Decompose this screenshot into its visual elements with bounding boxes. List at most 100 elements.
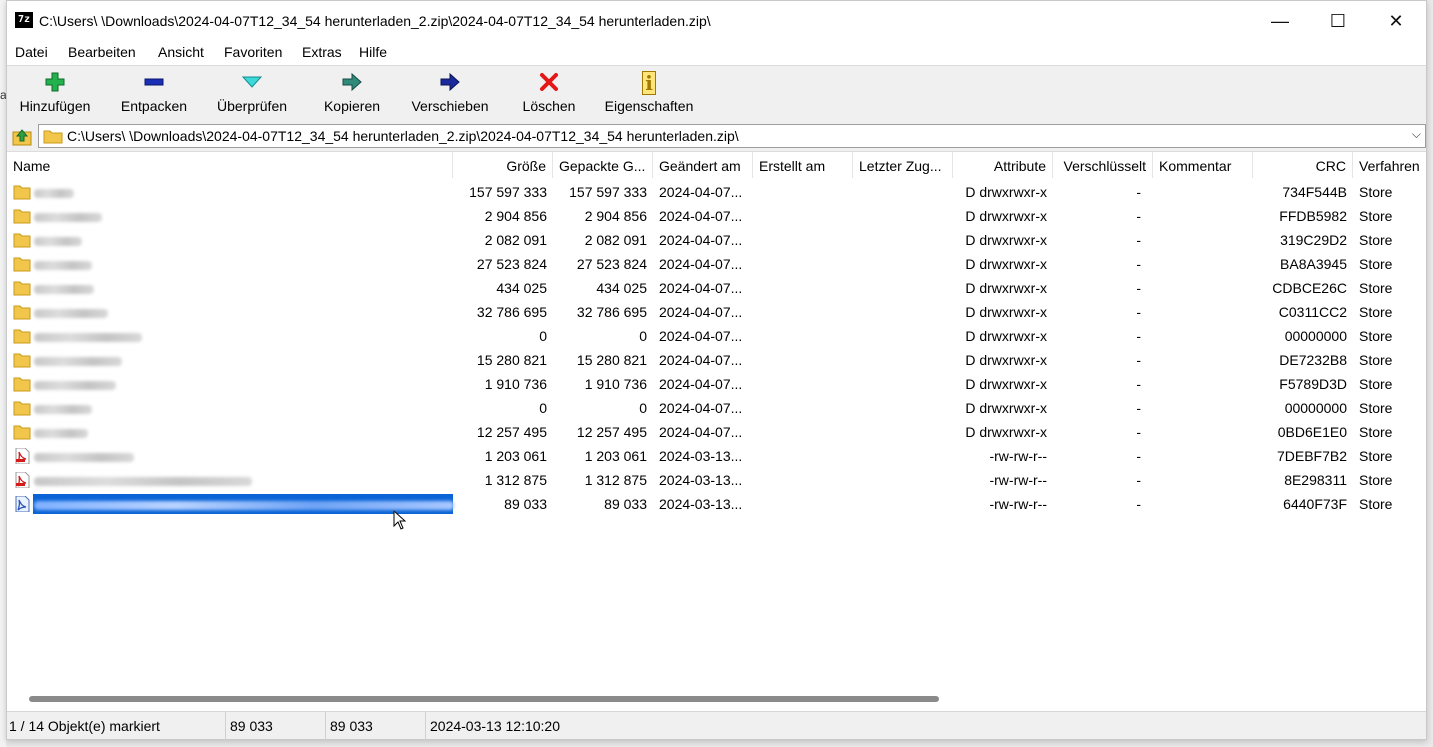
redacted-file-name [34, 309, 108, 318]
table-row[interactable]: 89 033 89 033 2024-03-13... -rw-rw-r-- - 6440… [7, 492, 1426, 516]
test-button[interactable]: Überprüfen [207, 66, 297, 122]
toolbar: Hinzufügen Entpacken Überprüfen Kopieren… [7, 65, 1426, 121]
add-button[interactable]: Hinzufügen [11, 66, 99, 122]
folder-icon [13, 233, 31, 248]
table-row[interactable]: 15 280 821 15 280 821 2024-04-07... D drwxr… [7, 348, 1426, 372]
cell-size: 2 082 091 [484, 232, 547, 248]
cell-packed: 2 082 091 [584, 232, 647, 248]
menu-bearbeiten[interactable]: Bearbeiten [68, 44, 136, 60]
table-row[interactable]: 1 910 736 1 910 736 2024-04-07... D drwxrwx… [7, 372, 1426, 396]
cell-method: Store [1359, 304, 1393, 320]
table-row[interactable]: 157 597 333 157 597 333 2024-04-07... D drw… [7, 180, 1426, 204]
cell-packed: 32 786 695 [576, 304, 647, 320]
cell-modified: 2024-03-13... [659, 448, 743, 464]
table-row[interactable]: 0 0 2024-04-07... D drwxrwxr-x - 00000000 Stor… [7, 396, 1426, 420]
table-row[interactable]: 12 257 495 12 257 495 2024-04-07... D drwxr… [7, 420, 1426, 444]
menu-hilfe[interactable]: Hilfe [359, 44, 387, 60]
cell-modified: 2024-04-07... [659, 256, 743, 272]
chevron-down-icon[interactable]: ⌵ [1412, 127, 1421, 142]
cell-attributes: -rw-rw-r-- [989, 472, 1047, 488]
menu-ansicht[interactable]: Ansicht [158, 44, 204, 60]
cell-modified: 2024-03-13... [659, 496, 743, 512]
table-row[interactable]: 434 025 434 025 2024-04-07... D drwxrwxr-x -… [7, 276, 1426, 300]
column-header-name[interactable]: Name [7, 152, 453, 178]
cell-crc: 7DEBF7B2 [1276, 448, 1347, 464]
folder-icon [13, 209, 31, 224]
cell-modified: 2024-04-07... [659, 208, 743, 224]
cell-encrypted: - [1136, 424, 1141, 440]
folder-icon [13, 353, 31, 368]
cell-packed: 89 033 [604, 496, 647, 512]
cell-modified: 2024-03-13... [659, 472, 743, 488]
info-icon: i [642, 71, 656, 95]
menu-favoriten[interactable]: Favoriten [224, 44, 282, 60]
cell-packed: 27 523 824 [576, 256, 647, 272]
cell-attributes: D drwxrwxr-x [965, 400, 1047, 416]
file-list[interactable]: Name Größe Gepackte G... Geändert am Ers… [7, 151, 1426, 692]
cell-encrypted: - [1136, 448, 1141, 464]
minimize-button[interactable]: — [1251, 1, 1309, 41]
cell-size: 15 280 821 [476, 352, 547, 368]
status-size: 89 033 [226, 712, 326, 740]
column-header-crc[interactable]: CRC [1253, 152, 1353, 178]
delete-button[interactable]: Löschen [513, 66, 585, 122]
move-button[interactable]: Verschieben [405, 66, 495, 122]
cell-encrypted: - [1136, 304, 1141, 320]
column-header-comment[interactable]: Kommentar [1153, 152, 1253, 178]
cell-crc: C0311CC2 [1278, 304, 1347, 320]
cell-attributes: D drwxrwxr-x [965, 376, 1047, 392]
column-header-size[interactable]: Größe [453, 152, 553, 178]
cell-size: 157 597 333 [469, 184, 547, 200]
status-bar: 1 / 14 Objekt(e) markiert 89 033 89 033 … [7, 711, 1426, 740]
properties-button[interactable]: i Eigenschaften [599, 66, 699, 122]
menu-datei[interactable]: Datei [15, 44, 48, 60]
cell-method: Store [1359, 496, 1393, 512]
cell-packed: 434 025 [596, 280, 647, 296]
menu-extras[interactable]: Extras [302, 44, 342, 60]
extract-button[interactable]: Entpacken [111, 66, 197, 122]
table-row[interactable]: 2 082 091 2 082 091 2024-04-07... D drwxrwx… [7, 228, 1426, 252]
column-header-accessed[interactable]: Letzter Zug... [853, 152, 953, 178]
cell-modified: 2024-04-07... [659, 424, 743, 440]
redacted-file-name [34, 381, 116, 390]
table-row[interactable]: 32 786 695 32 786 695 2024-04-07... D drwxr… [7, 300, 1426, 324]
cell-size: 12 257 495 [476, 424, 547, 440]
table-row[interactable]: 2 904 856 2 904 856 2024-04-07... D drwxrwx… [7, 204, 1426, 228]
table-row[interactable]: 1 203 061 1 203 061 2024-03-13... -rw-rw-r-… [7, 444, 1426, 468]
folder-up-icon[interactable] [11, 126, 33, 148]
cell-attributes: D drwxrwxr-x [965, 280, 1047, 296]
close-icon: ✕ [1388, 11, 1404, 31]
cell-method: Store [1359, 472, 1393, 488]
cell-size: 0 [539, 400, 547, 416]
column-header-modified[interactable]: Geändert am [653, 152, 753, 178]
cell-modified: 2024-04-07... [659, 184, 743, 200]
pdf-file-icon [15, 472, 30, 488]
copy-button[interactable]: Kopieren [313, 66, 391, 122]
column-header-packed[interactable]: Gepackte G... [553, 152, 653, 178]
cell-method: Store [1359, 184, 1393, 200]
close-button[interactable]: ✕ [1367, 1, 1425, 41]
cell-size: 1 312 875 [484, 472, 547, 488]
cell-crc: F5789D3D [1279, 376, 1347, 392]
column-header-encrypted[interactable]: Verschlüsselt [1053, 152, 1153, 178]
column-header-created[interactable]: Erstellt am [753, 152, 853, 178]
cell-attributes: D drwxrwxr-x [965, 304, 1047, 320]
copy-label: Kopieren [323, 98, 381, 114]
cell-method: Store [1359, 208, 1393, 224]
move-label: Verschieben [411, 98, 489, 114]
address-field[interactable]: C:\Users\ \Downloads\2024-04-07T12_34_54… [38, 124, 1426, 148]
scrollbar-thumb[interactable] [29, 696, 939, 702]
column-header-method[interactable]: Verfahren [1353, 152, 1427, 178]
table-row[interactable]: 27 523 824 27 523 824 2024-04-07... D drwxr… [7, 252, 1426, 276]
column-header-attributes[interactable]: Attribute [953, 152, 1053, 178]
cell-encrypted: - [1136, 496, 1141, 512]
cell-method: Store [1359, 328, 1393, 344]
delete-label: Löschen [522, 98, 576, 114]
table-row[interactable]: 0 0 2024-04-07... D drwxrwxr-x - 00000000 Stor… [7, 324, 1426, 348]
cell-packed: 1 910 736 [584, 376, 647, 392]
horizontal-scrollbar[interactable] [7, 693, 1426, 705]
title-bar[interactable]: 7z C:\Users\ \Downloads\2024-04-07T12_34… [7, 1, 1426, 41]
sevenzip-window: 7z C:\Users\ \Downloads\2024-04-07T12_34… [6, 0, 1427, 740]
table-row[interactable]: 1 312 875 1 312 875 2024-03-13... -rw-rw-r-… [7, 468, 1426, 492]
maximize-button[interactable]: ☐ [1309, 1, 1367, 41]
